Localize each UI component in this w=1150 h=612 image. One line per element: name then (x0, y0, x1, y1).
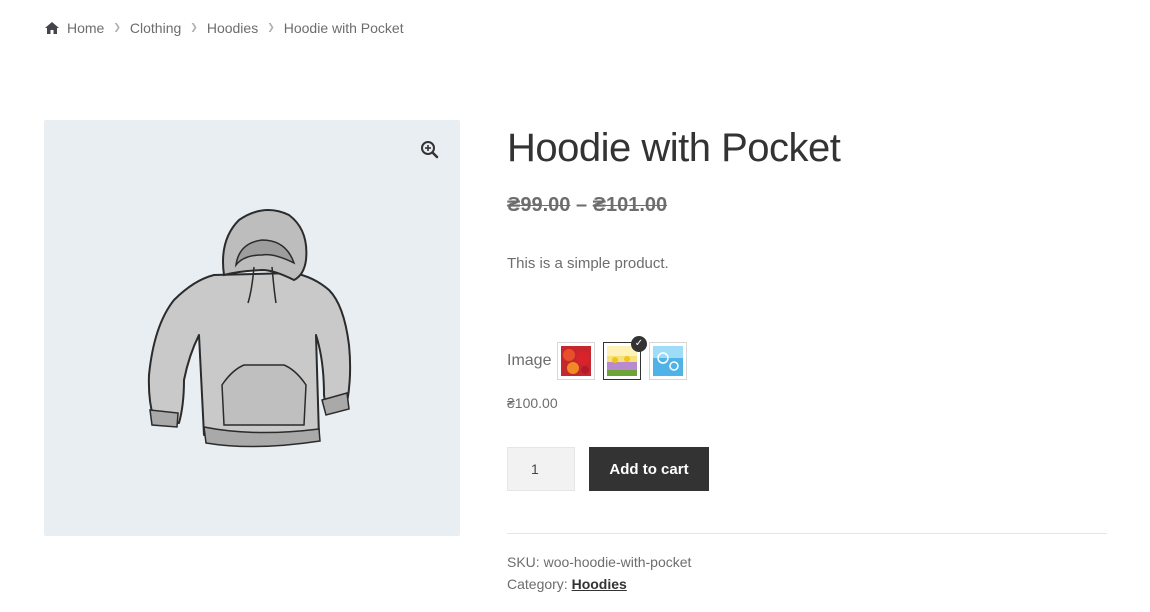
variation-price: ₴100.00 (507, 395, 558, 411)
breadcrumb-separator-icon: ❯ (113, 21, 121, 32)
category-link[interactable]: Hoodies (572, 576, 627, 592)
variation-label: Image (507, 352, 552, 369)
price-high: ₴101.00 (592, 194, 668, 216)
breadcrumb-home-link[interactable]: Home (67, 20, 104, 36)
selected-check-icon: ✓ (631, 336, 647, 352)
breadcrumb-hoodies-link[interactable]: Hoodies (207, 20, 258, 36)
price-low: ₴99.00 (507, 194, 571, 216)
sku-value: woo-hoodie-with-pocket (543, 554, 692, 570)
sku-label: SKU: (507, 554, 540, 570)
add-to-cart-form: 1 Add to cart (507, 447, 709, 491)
zoom-icon[interactable] (420, 140, 440, 160)
breadcrumb-clothing-link[interactable]: Clothing (130, 20, 181, 36)
product-description: This is a simple product. (507, 255, 669, 272)
product-title: Hoodie with Pocket (507, 126, 841, 170)
category-label: Category: (507, 576, 568, 592)
product-summary: Hoodie with Pocket ₴99.00 – ₴101.00 This… (507, 120, 1107, 592)
swatch-red-autumn-leaves[interactable] (557, 342, 595, 380)
price-separator: – (575, 194, 588, 216)
product-image[interactable] (144, 205, 364, 450)
yellow-flowers-image (607, 346, 637, 376)
swatch-blue-snowflakes[interactable] (649, 342, 687, 380)
breadcrumb-separator-icon: ❯ (190, 21, 198, 32)
variation-swatches: Image ✓ (507, 336, 695, 380)
breadcrumb: Home ❯ Clothing ❯ Hoodies ❯ Hoodie with … (44, 18, 404, 38)
add-to-cart-button[interactable]: Add to cart (589, 447, 709, 491)
divider (507, 533, 1107, 534)
breadcrumb-separator-icon: ❯ (267, 21, 275, 32)
blue-snowflakes-image (653, 346, 683, 376)
product-gallery[interactable] (44, 120, 460, 536)
category-line: Category: Hoodies (507, 573, 691, 595)
sku-line: SKU: woo-hoodie-with-pocket (507, 551, 691, 573)
swatch-yellow-flowers[interactable]: ✓ (603, 336, 647, 380)
product-price-range: ₴99.00 – ₴101.00 (507, 194, 1107, 217)
autumn-leaves-image (561, 346, 591, 376)
product-meta: SKU: woo-hoodie-with-pocket Category: Ho… (507, 551, 691, 595)
breadcrumb-current: Hoodie with Pocket (283, 20, 404, 36)
home-icon[interactable] (44, 21, 60, 35)
quantity-input[interactable]: 1 (507, 447, 575, 491)
